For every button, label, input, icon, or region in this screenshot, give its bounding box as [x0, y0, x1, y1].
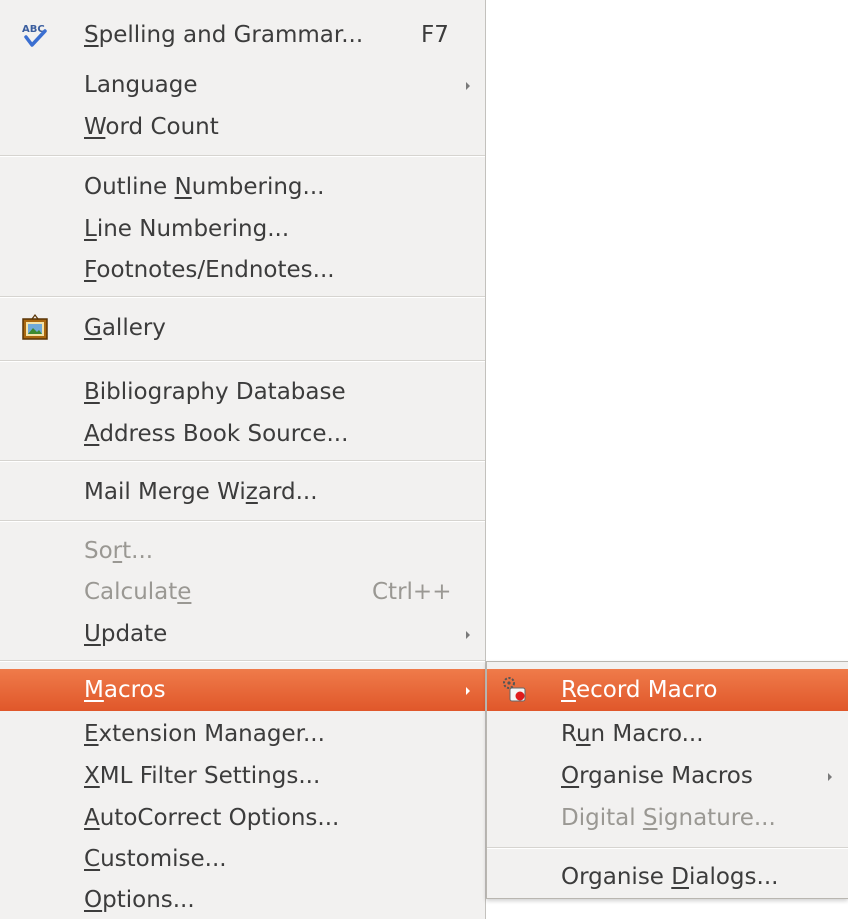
submenu-item-record-macro[interactable]: Record Macro	[487, 669, 848, 711]
menu-item-customise[interactable]: Customise...	[0, 838, 485, 880]
menu-item-sort: Sort...	[84, 538, 154, 564]
menu-item-footnotes-endnotes[interactable]: Footnotes/Endnotes...	[0, 249, 485, 291]
menu-separator	[487, 847, 848, 849]
menu-item-word-count[interactable]: Word Count	[0, 106, 485, 148]
submenu-item-digital-signature: Digital Signature...	[561, 805, 776, 831]
menu-item-xml-filter-settings[interactable]: XML Filter Settings...	[0, 755, 485, 797]
menu-item-extension-manager[interactable]: Extension Manager...	[0, 713, 485, 755]
record-macro-icon	[503, 677, 526, 702]
menu-separator	[0, 296, 485, 298]
menu-item-autocorrect-options[interactable]: AutoCorrect Options...	[0, 797, 485, 839]
shortcut-label: Ctrl++	[372, 579, 452, 605]
menu-separator	[0, 660, 485, 662]
submenu-arrow-icon	[828, 773, 832, 781]
macros-submenu: Record Macro Run Macro... Organise Macro…	[486, 661, 848, 899]
submenu-arrow-icon	[466, 687, 470, 695]
submenu-arrow-icon	[466, 82, 470, 90]
menu-item-bibliography-database[interactable]: Bibliography Database	[0, 371, 485, 413]
menu-item-macros[interactable]: Macros	[0, 669, 485, 711]
menu-item-outline-numbering[interactable]: Outline Numbering...	[0, 166, 485, 208]
tools-menu: ABC Spelling and Grammar... F7 Language …	[0, 0, 486, 919]
menu-item-update[interactable]: Update	[0, 613, 485, 655]
menu-item-address-book-source[interactable]: Address Book Source...	[0, 413, 485, 455]
menu-item-language[interactable]: Language	[0, 64, 485, 106]
submenu-arrow-icon	[466, 631, 470, 639]
menu-separator	[0, 360, 485, 362]
menu-item-options[interactable]: Options...	[0, 879, 485, 921]
menu-separator	[0, 520, 485, 522]
menu-item-calculate: Calculate Ctrl++	[84, 579, 452, 605]
menu-item-gallery[interactable]: Gallery	[0, 307, 485, 349]
menu-separator	[0, 460, 485, 462]
submenu-item-organise-macros[interactable]: Organise Macros	[487, 755, 848, 797]
gallery-icon	[22, 314, 48, 340]
menu-item-mail-merge-wizard[interactable]: Mail Merge Wizard...	[0, 471, 485, 513]
menu-item-spelling-and-grammar[interactable]: ABC Spelling and Grammar... F7	[0, 14, 485, 56]
submenu-item-organise-dialogs[interactable]: Organise Dialogs...	[487, 856, 848, 898]
shortcut-label: F7	[421, 22, 449, 48]
submenu-item-run-macro[interactable]: Run Macro...	[487, 713, 848, 755]
spellcheck-icon: ABC	[22, 24, 47, 47]
menu-separator	[0, 155, 485, 157]
menu-item-line-numbering[interactable]: Line Numbering...	[0, 208, 485, 250]
